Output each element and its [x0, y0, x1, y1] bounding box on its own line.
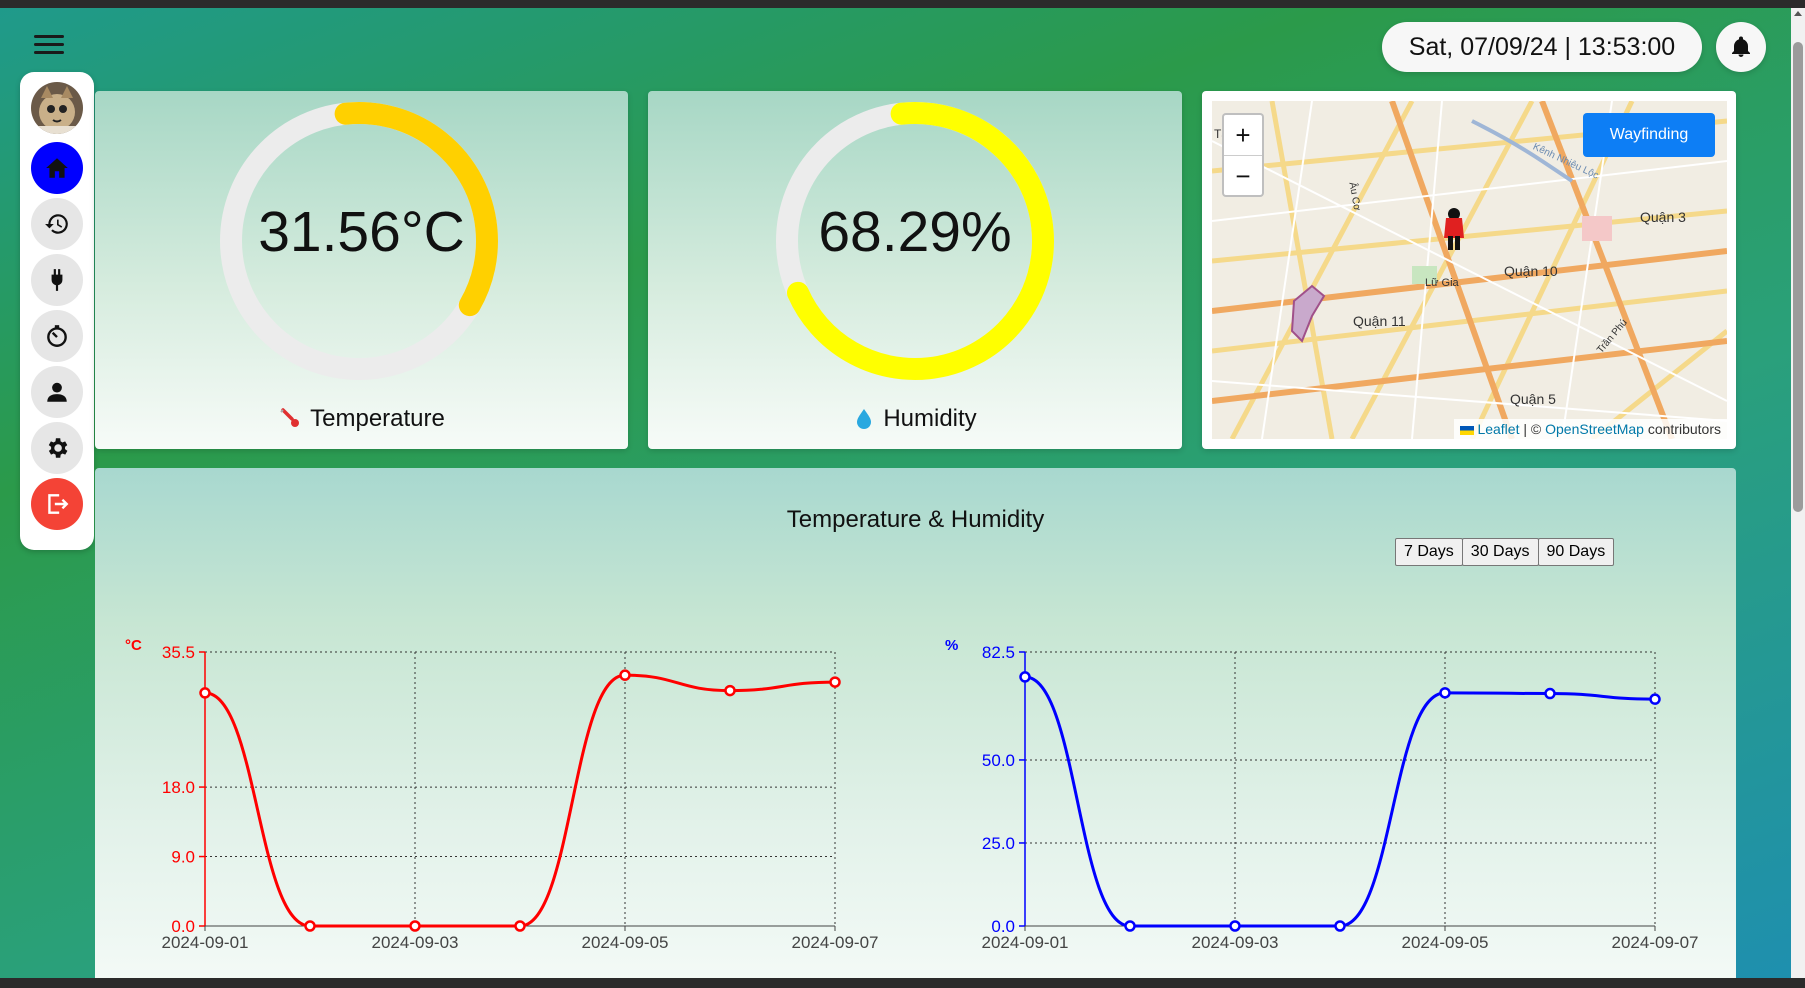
humidity-label-row: Humidity: [648, 405, 1182, 433]
range-7-days-button[interactable]: 7 Days: [1395, 538, 1463, 566]
scrollbar-thumb[interactable]: [1793, 42, 1803, 512]
map-zoom-control: + −: [1222, 113, 1264, 197]
x-tick-label: 2024-09-07: [1612, 933, 1699, 952]
sidebar-item-profile[interactable]: [31, 366, 83, 418]
home-icon: [46, 158, 68, 178]
temperature-label: Temperature: [310, 405, 445, 432]
temperature-card: 31.56°C Temperature: [95, 91, 628, 449]
data-point: [1334, 920, 1346, 932]
user-icon: [47, 382, 67, 402]
menu-icon-line: [34, 35, 64, 38]
x-tick-label: 2024-09-01: [982, 933, 1069, 952]
series-line: [204, 673, 836, 928]
y-tick-label: 50.0: [982, 751, 1015, 770]
y-tick-label: 9.0: [171, 848, 195, 867]
map-label: Quận 11: [1353, 313, 1406, 329]
map-label: Quận 3: [1640, 209, 1686, 225]
data-point: [829, 676, 841, 688]
x-tick-label: 2024-09-05: [1402, 933, 1489, 952]
openstreetmap-link[interactable]: OpenStreetMap: [1545, 421, 1644, 437]
data-point: [304, 920, 316, 932]
data-point: [1124, 920, 1136, 932]
temperature-chart: 0.09.018.035.5°C2024-09-01 2024-09-03 2024…: [125, 637, 879, 952]
x-tick-label: 2024-09-03: [1192, 933, 1279, 952]
y-tick-label: 35.5: [162, 643, 195, 662]
zoom-in-button[interactable]: +: [1224, 115, 1262, 156]
window-bottom-bar: [0, 978, 1805, 988]
data-point: [199, 687, 211, 699]
scroll-up-arrow[interactable]: [1794, 11, 1802, 16]
humidity-value: 68.29%: [818, 200, 1012, 264]
x-tick-label: 2024-09-03: [372, 933, 459, 952]
timer-icon: [47, 325, 67, 347]
sidebar-item-logout[interactable]: [31, 478, 83, 530]
map-label: Quận 5: [1510, 391, 1556, 407]
sidebar-item-power[interactable]: [31, 254, 83, 306]
plug-icon: [51, 269, 63, 291]
y-tick-label: 18.0: [162, 778, 195, 797]
data-point: [1019, 671, 1031, 683]
thermometer-icon: [280, 408, 300, 427]
data-point: [1649, 693, 1661, 705]
data-point: [1544, 687, 1556, 700]
history-icon: [45, 214, 68, 234]
data-point: [409, 920, 421, 932]
map-attribution: Leaflet | © OpenStreetMap contributors: [1453, 419, 1727, 439]
humidity-card: 68.29% Humidity: [648, 91, 1182, 449]
map-label: Quận 10: [1504, 263, 1558, 279]
x-tick-label: 2024-09-05: [582, 933, 669, 952]
sidebar-item-timer[interactable]: [31, 310, 83, 362]
water-drop-icon: [857, 409, 872, 429]
avatar[interactable]: [31, 82, 83, 134]
temperature-value: 31.56°C: [258, 200, 465, 264]
map-view[interactable]: Quận 3 Quận 10 Quận 11 Quận 5 Lữ Gia Trầ…: [1212, 101, 1727, 439]
humidity-label: Humidity: [883, 405, 977, 432]
humidity-chart: 0.025.050.082.5%2024-09-01 2024-09-03 2024…: [945, 637, 1699, 952]
data-point: [514, 920, 526, 932]
chart-title: Temperature & Humidity: [786, 506, 1045, 533]
y-axis-unit-label: %: [945, 637, 958, 654]
menu-icon-line: [34, 51, 64, 54]
bell-icon: [1732, 36, 1750, 57]
range-button-group: 7 Days 30 Days 90 Days: [1395, 538, 1615, 566]
menu-toggle-button[interactable]: [34, 30, 64, 60]
leaflet-link[interactable]: Leaflet: [1477, 421, 1519, 437]
window-top-bar: [0, 0, 1805, 8]
x-tick-label: 2024-09-01: [162, 933, 249, 952]
sidebar-item-settings[interactable]: [31, 422, 83, 474]
y-axis-unit-label: °C: [125, 637, 142, 654]
data-point: [1439, 687, 1451, 699]
map-label: Lữ Gia: [1425, 277, 1459, 289]
zoom-out-button[interactable]: −: [1224, 156, 1262, 196]
y-tick-label: 25.0: [982, 834, 1015, 853]
temperature-label-row: Temperature: [95, 405, 628, 433]
range-30-days-button[interactable]: 30 Days: [1461, 538, 1539, 566]
y-tick-label: 82.5: [982, 643, 1015, 662]
ukraine-flag-icon: [1459, 425, 1474, 435]
sidebar-item-home[interactable]: [31, 142, 83, 194]
page-scrollbar[interactable]: [1791, 8, 1805, 978]
map-card: Quận 3 Quận 10 Quận 11 Quận 5 Lữ Gia Trầ…: [1202, 91, 1736, 449]
data-point: [724, 684, 736, 697]
series-line: [1024, 675, 1656, 928]
x-tick-label: 2024-09-07: [792, 933, 879, 952]
sidebar-item-history[interactable]: [31, 198, 83, 250]
data-point: [1229, 920, 1241, 932]
data-point: [619, 669, 631, 681]
sidebar: [20, 72, 94, 550]
attribution-separator: | ©: [1523, 421, 1542, 437]
datetime-display: Sat, 07/09/24 | 13:53:00: [1382, 22, 1702, 72]
notifications-button[interactable]: [1716, 22, 1766, 72]
chart-card: Temperature & Humidity 7 Days 30 Days 90…: [95, 468, 1736, 988]
logout-icon: [48, 494, 69, 514]
gear-icon: [48, 438, 68, 458]
menu-icon-line: [34, 43, 64, 46]
range-90-days-button[interactable]: 90 Days: [1537, 538, 1615, 566]
attribution-contributors: contributors: [1647, 421, 1721, 437]
wayfinding-button[interactable]: Wayfinding: [1583, 113, 1715, 157]
